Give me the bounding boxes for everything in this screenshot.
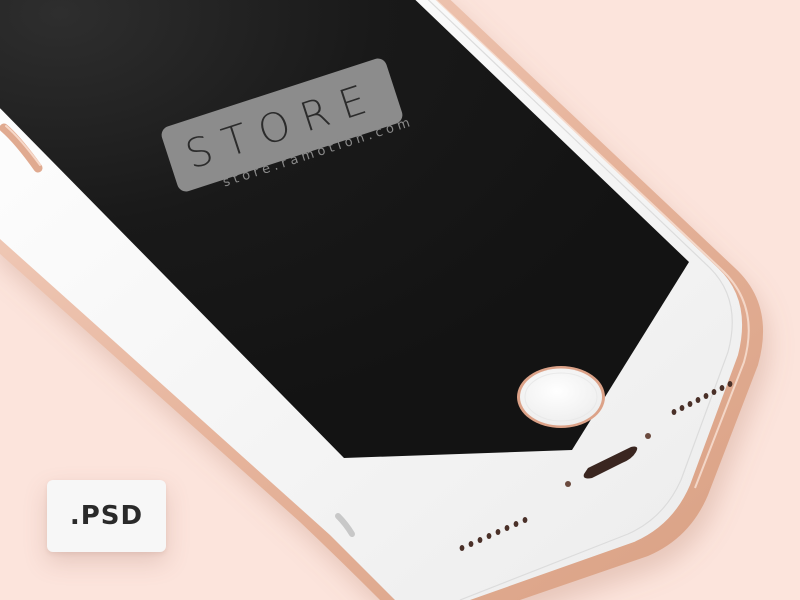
screw-icon [565, 481, 571, 487]
mockup-scene: STORE store.ramotion.com .PSD [0, 0, 800, 600]
screw-icon [645, 433, 651, 439]
format-badge-label: .PSD [69, 501, 144, 531]
home-button-icon[interactable] [517, 366, 605, 428]
format-badge: .PSD [47, 480, 166, 552]
